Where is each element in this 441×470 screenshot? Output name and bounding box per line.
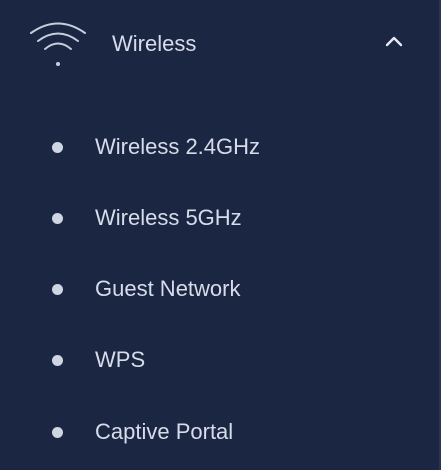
bullet-icon [52,213,63,224]
menu-group-wireless[interactable]: Wireless [0,0,439,88]
submenu-item-wireless-2-4ghz[interactable]: Wireless 2.4GHz [0,118,439,178]
submenu-item-label: WPS [95,347,146,372]
submenu-item-label: Wireless 5GHz [95,205,242,230]
submenu-item-label: Wireless 2.4GHz [95,134,261,159]
wifi-icon [28,20,88,68]
bullet-icon [52,355,63,366]
menu-group-label: Wireless [112,31,197,56]
chevron-up-icon[interactable] [383,34,405,48]
submenu-item-label: Guest Network [95,276,241,301]
submenu-item-wireless-5ghz[interactable]: Wireless 5GHz [0,189,439,249]
bullet-icon [52,142,63,153]
bullet-icon [52,427,63,438]
submenu-item-label: Captive Portal [95,419,234,444]
submenu-item-captive-portal[interactable]: Captive Portal [0,403,439,463]
submenu-item-guest-network[interactable]: Guest Network [0,260,439,320]
bullet-icon [52,284,63,295]
submenu-item-wps[interactable]: WPS [0,331,439,391]
sidebar-menu: Wireless Wireless 2.4GHz Wireless 5GHz G… [0,0,441,470]
